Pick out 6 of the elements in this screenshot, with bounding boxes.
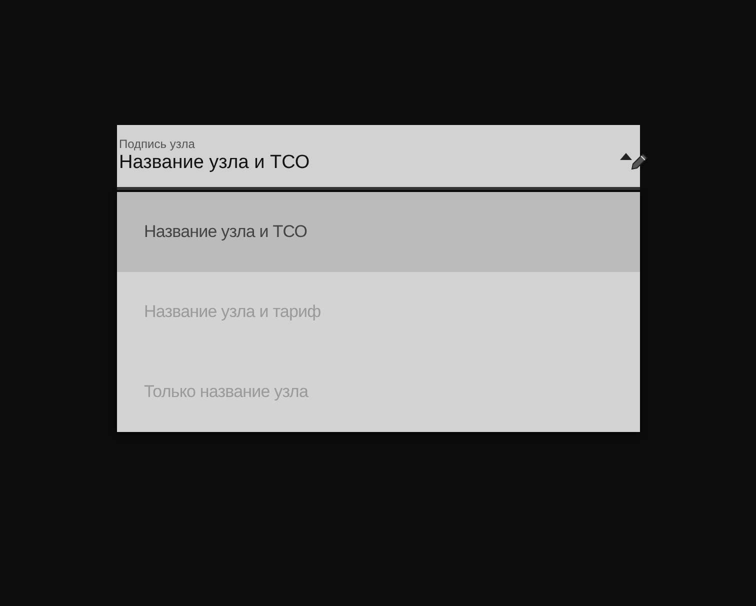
pencil-icon[interactable] [629, 152, 649, 172]
field-label: Подпись узла [119, 137, 196, 151]
menu-option[interactable]: Название узла и ТСО [117, 192, 640, 272]
field-value: Название узла и ТСО [119, 151, 311, 175]
caret-icon [620, 153, 632, 160]
select-field[interactable]: Подпись узла Название узла и ТСО [117, 125, 640, 190]
